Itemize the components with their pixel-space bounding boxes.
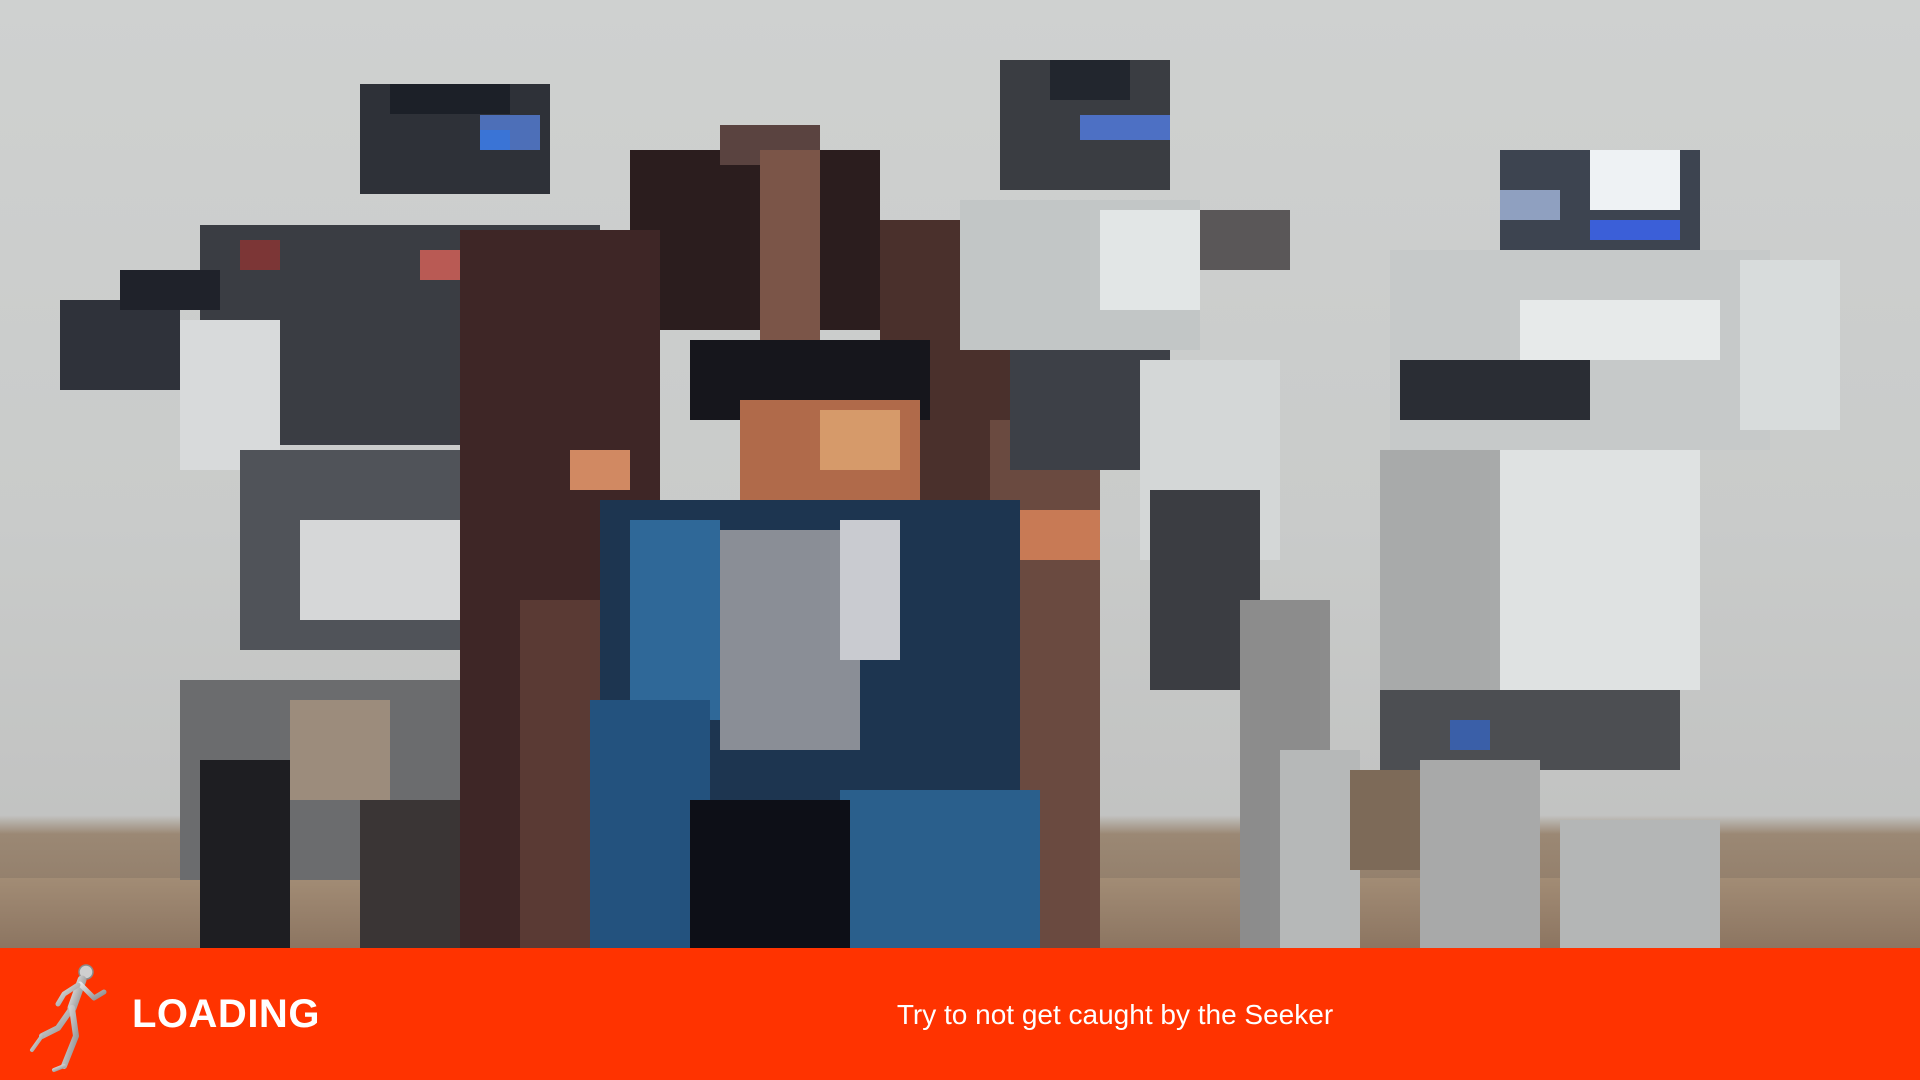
background-artwork xyxy=(0,0,1920,948)
right-robot xyxy=(1350,150,1840,948)
pixelated-scene xyxy=(60,60,1840,948)
loading-screen: LOADING Try to not get caught by the See… xyxy=(0,0,1920,1080)
loading-title: LOADING xyxy=(132,992,320,1036)
running-mannequin-icon xyxy=(30,964,107,1072)
